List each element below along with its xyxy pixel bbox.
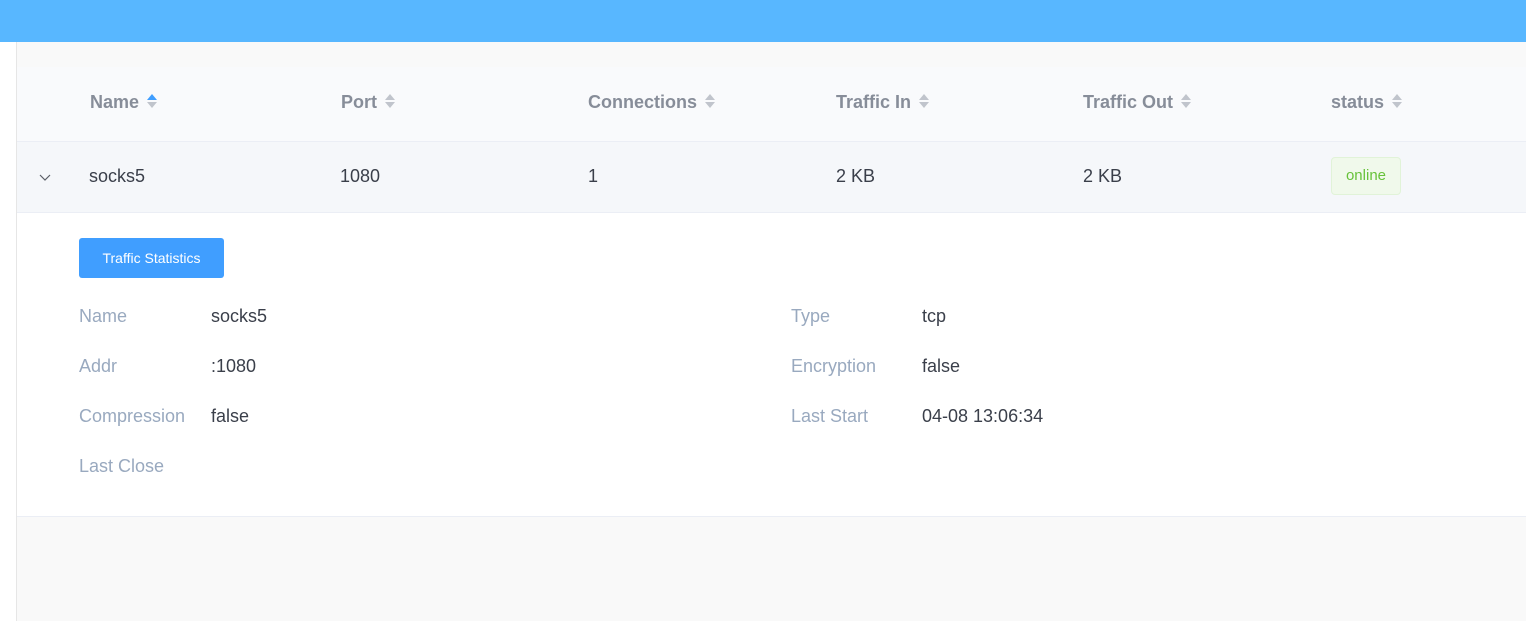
chevron-down-icon[interactable]	[37, 169, 53, 185]
column-header-status[interactable]: status	[1331, 67, 1403, 141]
column-header-name[interactable]: Name	[90, 67, 158, 141]
table-row[interactable]: socks5 1080 1 2 KB 2 KB online	[17, 142, 1526, 213]
detail-value-last-start: 04-08 13:06:34	[922, 406, 1044, 426]
cell-traffic-in: 2 KB	[836, 166, 876, 186]
detail-label-compression: Compression	[79, 406, 186, 426]
status-badge: online	[1331, 157, 1401, 195]
detail-value-name: socks5	[211, 306, 268, 326]
sort-caret-icon[interactable]	[1392, 93, 1403, 109]
detail-value-addr: :1080	[211, 356, 257, 376]
detail-label-last-start: Last Start	[791, 406, 869, 426]
cell-port: 1080	[340, 166, 381, 186]
detail-label-type: Type	[791, 306, 831, 326]
detail-label-last-close: Last Close	[79, 456, 165, 476]
expanded-row-details: Traffic Statistics Name socks5 Addr :108…	[17, 213, 1526, 517]
traffic-statistics-button[interactable]: Traffic Statistics	[79, 238, 224, 278]
detail-label-addr: Addr	[79, 356, 118, 376]
detail-label-encryption: Encryption	[791, 356, 877, 376]
column-header-traffic-out[interactable]: Traffic Out	[1083, 67, 1192, 141]
column-header-port[interactable]: Port	[341, 67, 395, 141]
main-content: Name Port Connections Traffic In Traffic…	[17, 42, 1526, 621]
top-header-bar	[0, 0, 1526, 42]
cell-name: socks5	[89, 166, 146, 186]
detail-value-compression: false	[211, 406, 250, 426]
detail-value-type: tcp	[922, 306, 947, 326]
cell-traffic-out: 2 KB	[1083, 166, 1123, 186]
table-header: Name Port Connections Traffic In Traffic…	[17, 67, 1526, 142]
sort-caret-icon[interactable]	[1181, 93, 1192, 109]
cell-connections: 1	[588, 166, 599, 186]
detail-label-name: Name	[79, 306, 128, 326]
sort-caret-icon[interactable]	[919, 93, 930, 109]
detail-value-encryption: false	[922, 356, 961, 376]
proxy-table: Name Port Connections Traffic In Traffic…	[17, 67, 1526, 517]
sort-caret-icon[interactable]	[385, 93, 395, 109]
column-header-traffic-in[interactable]: Traffic In	[836, 67, 930, 141]
column-header-connections[interactable]: Connections	[588, 67, 716, 141]
sort-caret-icon[interactable]	[705, 93, 716, 109]
sort-caret-icon[interactable]	[147, 93, 158, 109]
